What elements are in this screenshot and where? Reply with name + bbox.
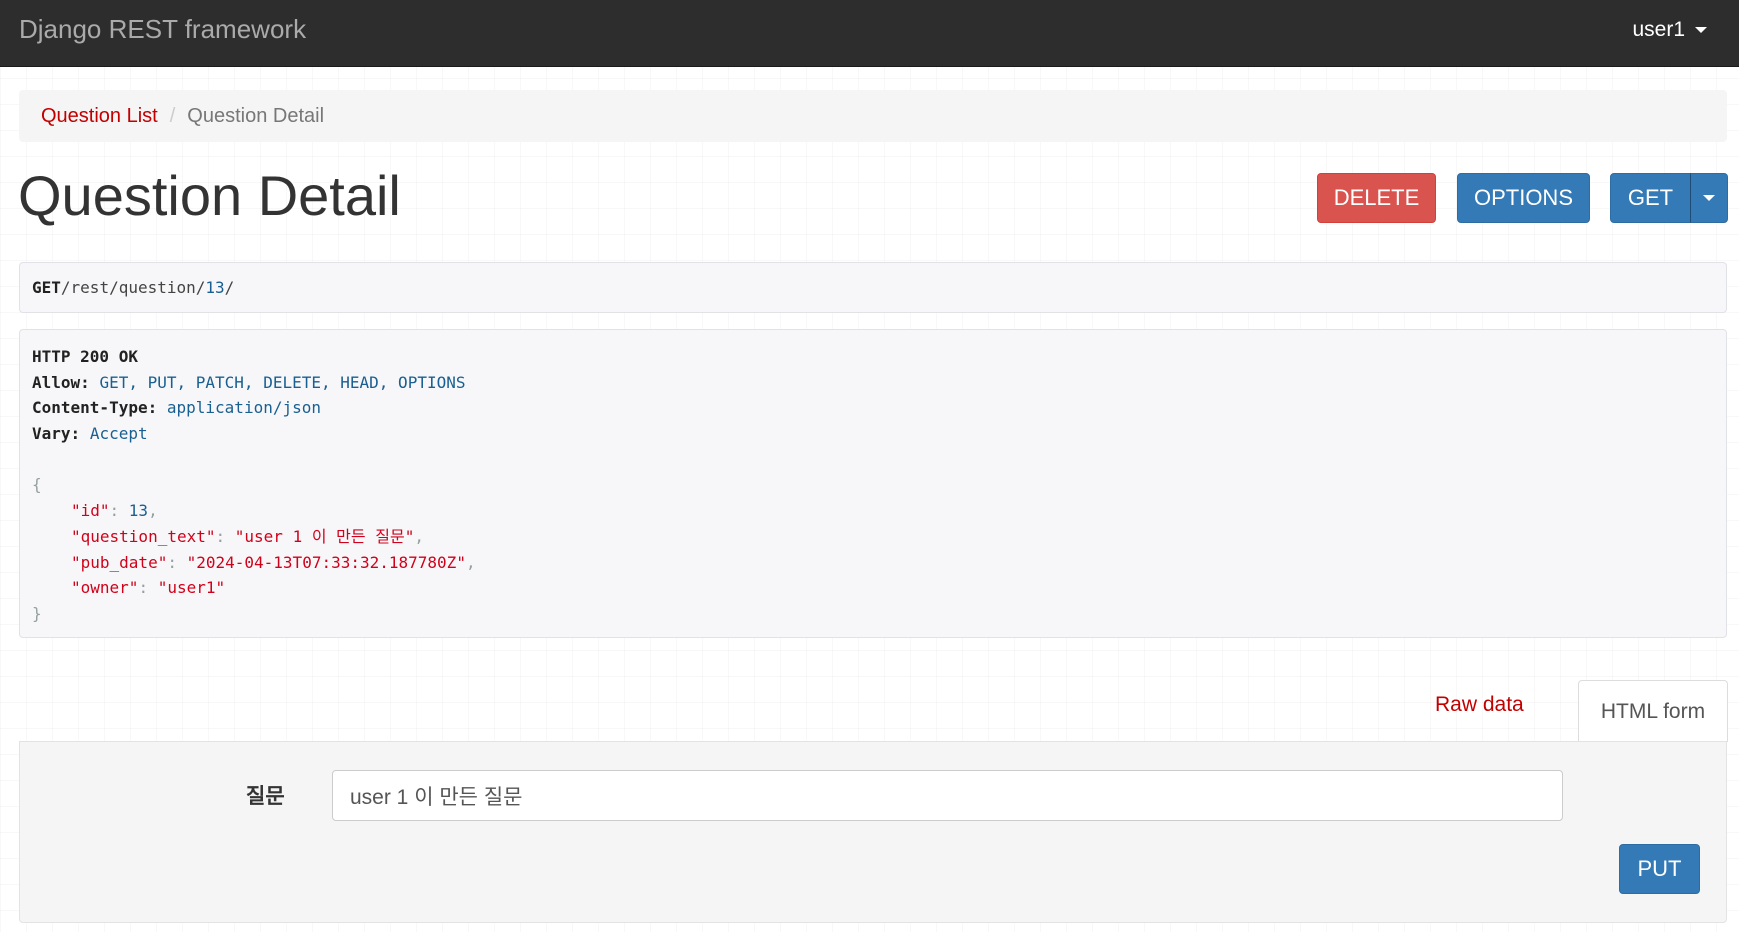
request-path-id: 13 bbox=[205, 278, 225, 297]
header-line: Vary: Accept bbox=[32, 421, 1714, 447]
options-button[interactable]: OPTIONS bbox=[1457, 173, 1590, 223]
json-key: "pub_date" bbox=[71, 552, 168, 572]
delete-button[interactable]: DELETE bbox=[1317, 173, 1436, 223]
question-text-input[interactable] bbox=[332, 770, 1563, 821]
page-title: Question Detail bbox=[18, 164, 401, 227]
json-key: "owner" bbox=[71, 578, 139, 598]
json-line: "owner": "user1" bbox=[71, 578, 226, 598]
header-value: Accept bbox=[89, 424, 148, 444]
get-button[interactable]: GET bbox=[1610, 173, 1691, 223]
request-path-suffix: / bbox=[224, 278, 235, 297]
header-key: Content-Type: bbox=[32, 398, 158, 418]
header-value: application/json bbox=[166, 398, 321, 418]
json-key: "question_text" bbox=[71, 526, 216, 546]
json-value: "2024-04-13T07:33:32.187780Z" bbox=[186, 552, 466, 572]
json-line: "pub_date": "2024-04-13T07:33:32.187780Z… bbox=[71, 552, 476, 572]
json-value: "user 1 이 만든 질문" bbox=[234, 526, 415, 546]
put-button[interactable]: PUT bbox=[1619, 844, 1700, 894]
breadcrumb-question-list-link[interactable]: Question List bbox=[41, 105, 158, 128]
brand-link[interactable]: Django REST framework bbox=[19, 14, 306, 45]
json-key: "id" bbox=[71, 501, 110, 521]
request-path: /rest/question/ bbox=[60, 278, 206, 297]
header-line: Content-Type: application/json bbox=[32, 395, 1714, 421]
breadcrumb-current: Question Detail bbox=[187, 104, 325, 127]
header-key: Allow: bbox=[32, 372, 90, 392]
user-name: user1 bbox=[1632, 18, 1685, 41]
question-text-label: 질문 bbox=[246, 785, 285, 808]
caret-down-icon bbox=[1703, 195, 1715, 201]
breadcrumb: Question List / Question Detail bbox=[19, 90, 1727, 142]
header-value: GET, PUT, PATCH, DELETE, HEAD, OPTIONS bbox=[99, 372, 466, 392]
tab-raw-data[interactable]: Raw data bbox=[1435, 693, 1524, 717]
header-line: Allow: GET, PUT, PATCH, DELETE, HEAD, OP… bbox=[32, 370, 1714, 396]
json-open-brace: { bbox=[32, 475, 42, 495]
json-value: "user1" bbox=[157, 578, 226, 598]
json-value: 13 bbox=[128, 501, 149, 521]
request-info: GET /rest/question/13/ bbox=[19, 262, 1727, 313]
caret-down-icon bbox=[1695, 27, 1707, 33]
tab-html-form[interactable]: HTML form bbox=[1578, 680, 1728, 742]
user-menu-dropdown[interactable]: user1 bbox=[1632, 18, 1707, 42]
breadcrumb-separator: / bbox=[169, 104, 176, 127]
html-form-panel: 질문 PUT bbox=[19, 741, 1727, 923]
response-status: HTTP 200 OK bbox=[32, 347, 138, 366]
json-line: "id": 13, bbox=[71, 501, 158, 521]
navbar: Django REST framework user1 bbox=[0, 0, 1739, 67]
header-key: Vary: bbox=[32, 424, 81, 444]
response-info: HTTP 200 OK Allow: GET, PUT, PATCH, DELE… bbox=[19, 329, 1727, 638]
json-close-brace: } bbox=[32, 603, 42, 623]
json-line: "question_text": "user 1 이 만든 질문", bbox=[71, 526, 424, 546]
request-method: GET bbox=[32, 278, 61, 297]
get-format-dropdown-toggle[interactable] bbox=[1690, 173, 1728, 223]
